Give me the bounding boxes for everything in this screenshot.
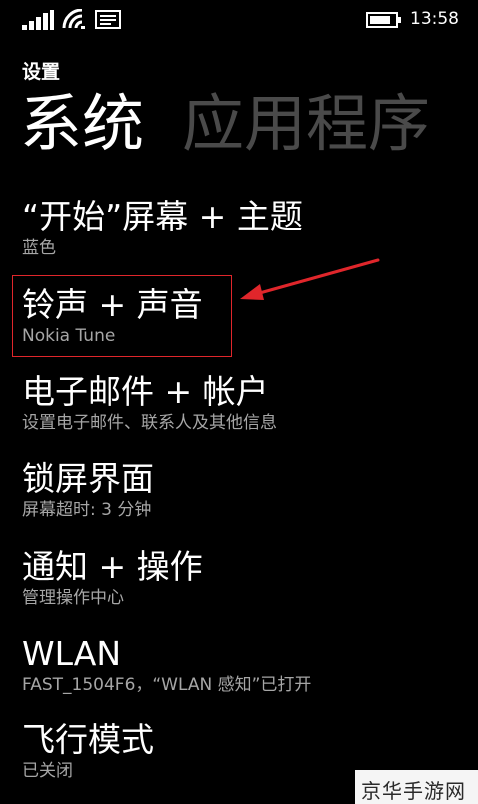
message-icon bbox=[95, 10, 121, 29]
pivot-tab-applications[interactable]: 应用程序 bbox=[182, 87, 430, 160]
watermark-text: 京华手游网 bbox=[361, 779, 466, 803]
app-title: 设置 bbox=[22, 61, 61, 83]
status-bar: 13:58 bbox=[0, 0, 478, 36]
highlight-box bbox=[12, 275, 232, 357]
settings-item-subtitle: FAST_1504F6，“WLAN 感知”已打开 bbox=[22, 675, 312, 695]
settings-item-wlan[interactable]: WLAN FAST_1504F6，“WLAN 感知”已打开 bbox=[22, 634, 462, 696]
settings-item-title: 电子邮件 + 帐户 bbox=[22, 372, 269, 411]
settings-item-title: 通知 + 操作 bbox=[22, 547, 203, 586]
pivot-tab-system[interactable]: 系统 bbox=[20, 87, 144, 160]
settings-item-email-accounts[interactable]: 电子邮件 + 帐户 设置电子邮件、联系人及其他信息 bbox=[22, 372, 462, 434]
settings-item-lock-screen[interactable]: 锁屏界面 屏幕超时: 3 分钟 bbox=[22, 459, 462, 521]
settings-item-title: 飞行模式 bbox=[22, 720, 154, 759]
settings-item-title: 锁屏界面 bbox=[22, 459, 154, 498]
battery-icon bbox=[366, 12, 401, 28]
wifi-icon bbox=[62, 9, 85, 29]
settings-item-subtitle: 管理操作中心 bbox=[22, 588, 124, 608]
pivot-header: 系统 应用程序 bbox=[20, 88, 430, 160]
settings-item-subtitle: 屏幕超时: 3 分钟 bbox=[22, 500, 152, 520]
settings-item-title: “开始”屏幕 + 主题 bbox=[22, 197, 303, 236]
settings-item-start-theme[interactable]: “开始”屏幕 + 主题 蓝色 bbox=[22, 197, 462, 259]
clock: 13:58 bbox=[410, 9, 459, 29]
settings-item-title: WLAN bbox=[22, 634, 122, 673]
signal-icon bbox=[22, 10, 54, 30]
arrow-annotation-icon bbox=[240, 258, 380, 300]
settings-item-notifications-actions[interactable]: 通知 + 操作 管理操作中心 bbox=[22, 547, 462, 609]
settings-item-subtitle: 设置电子邮件、联系人及其他信息 bbox=[22, 413, 277, 433]
watermark: 京华手游网 bbox=[355, 770, 478, 804]
